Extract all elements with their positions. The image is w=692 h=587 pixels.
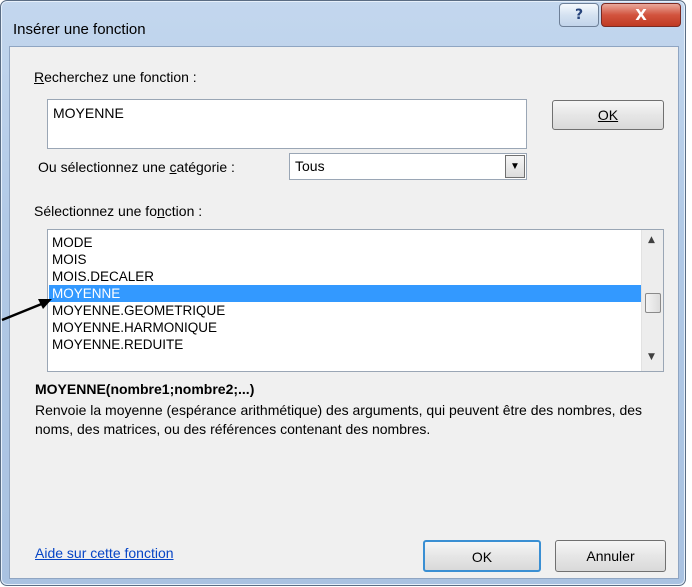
cancel-button[interactable]: Annuler: [555, 540, 666, 572]
function-list-label: Sélectionnez une fonction :: [34, 203, 203, 219]
function-description: Renvoie la moyenne (espérance arithmétiq…: [35, 402, 643, 437]
list-item[interactable]: MOIS.DECALER: [49, 268, 641, 285]
list-item-selected[interactable]: MOYENNE: [49, 285, 641, 302]
search-label: Recherchez une fonction :: [34, 69, 197, 85]
list-scrollbar[interactable]: ▲ ▼: [641, 230, 663, 371]
help-link[interactable]: Aide sur cette fonction: [35, 545, 174, 561]
title-bar[interactable]: Insérer une fonction ? X: [1, 1, 685, 45]
search-input[interactable]: MOYENNE: [47, 99, 527, 149]
category-select[interactable]: Tous ▼: [289, 153, 527, 180]
category-selected-value: Tous: [295, 158, 325, 174]
dialog-content: Recherchez une fonction : MOYENNE OK Ou …: [9, 46, 679, 579]
search-ok-label: OK: [597, 107, 619, 123]
insert-function-dialog: Insérer une fonction ? X Recherchez une …: [0, 0, 686, 586]
dropdown-arrow-icon[interactable]: ▼: [505, 155, 525, 178]
scroll-down-icon[interactable]: ▼: [648, 352, 655, 362]
list-item[interactable]: MOYENNE.REDUITE: [49, 336, 641, 353]
search-input-value: MOYENNE: [53, 105, 124, 121]
function-listbox[interactable]: MODE MOIS MOIS.DECALER MOYENNE MOYENNE.G…: [47, 229, 664, 372]
dialog-title: Insérer une fonction: [13, 21, 146, 38]
function-syntax: MOYENNE(nombre1;nombre2;...): [35, 381, 255, 397]
list-item[interactable]: MOYENNE.HARMONIQUE: [49, 319, 641, 336]
help-button[interactable]: ?: [559, 3, 599, 27]
list-item[interactable]: MOIS: [49, 251, 641, 268]
scroll-thumb[interactable]: [645, 293, 661, 313]
scroll-up-icon[interactable]: ▲: [648, 235, 655, 245]
ok-button[interactable]: OK: [423, 540, 541, 572]
category-label: Ou sélectionnez une catégorie :: [38, 159, 235, 175]
list-item[interactable]: MODE: [49, 234, 641, 251]
list-item[interactable]: MOYENNE.GEOMETRIQUE: [49, 302, 641, 319]
search-ok-button[interactable]: OK: [552, 100, 664, 130]
close-button[interactable]: X: [601, 3, 681, 27]
